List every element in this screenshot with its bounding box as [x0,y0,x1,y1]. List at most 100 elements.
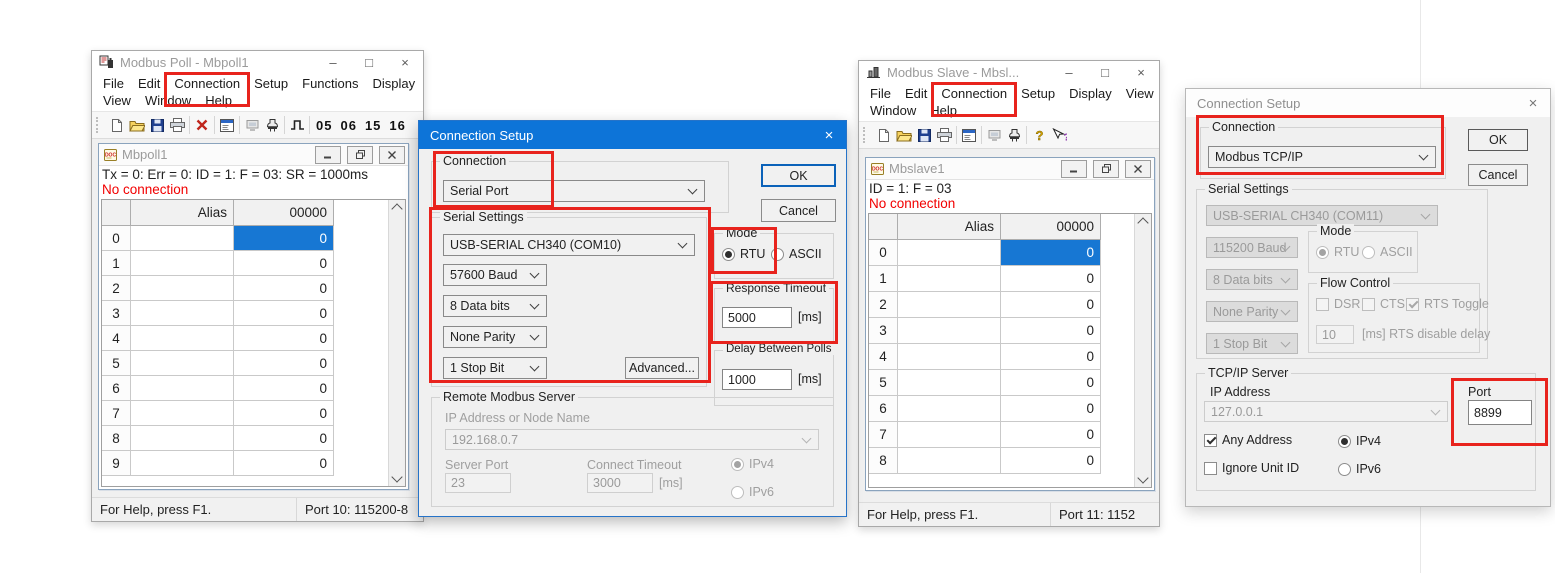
value-cell[interactable]: 0 [1001,396,1101,422]
menu-item-display[interactable]: Display [366,75,423,92]
scroll-down-icon[interactable] [391,471,402,482]
alias-cell[interactable] [898,396,1001,422]
value-cell[interactable]: 0 [1001,344,1101,370]
alias-cell[interactable] [131,426,234,451]
corner-header-cell[interactable] [869,214,898,240]
alias-cell[interactable] [131,301,234,326]
doc-close-icon[interactable] [1125,160,1151,178]
close-icon[interactable]: × [812,121,846,149]
new-file-icon[interactable] [874,125,894,145]
row-number-cell[interactable]: 4 [869,344,898,370]
menu-item-setup[interactable]: Setup [1014,85,1062,102]
value-column-header[interactable]: 00000 [234,200,334,226]
mbslave-doc-title-bar[interactable]: DOC Mbslave1 [866,158,1154,180]
doc-restore-icon[interactable] [347,146,373,164]
menu-item-view[interactable]: View [1119,85,1161,102]
value-cell[interactable]: 0 [234,301,334,326]
rtu-radio[interactable]: RTU [722,247,765,261]
row-number-cell[interactable]: 8 [102,426,131,451]
display-setup-icon[interactable] [959,125,979,145]
port-input[interactable]: 8899 [1468,400,1532,425]
alias-cell[interactable] [898,292,1001,318]
value-cell[interactable]: 0 [234,401,334,426]
alias-column-header[interactable]: Alias [131,200,234,226]
alias-column-header[interactable]: Alias [898,214,1001,240]
menu-item-help[interactable]: Help [198,92,239,109]
ipv6-radio[interactable]: IPv6 [1338,462,1381,476]
new-file-icon[interactable] [107,115,127,135]
value-cell[interactable]: 0 [1001,292,1101,318]
alias-cell[interactable] [898,240,1001,266]
doc-minimize-icon[interactable] [1061,160,1087,178]
connection-type-select[interactable]: Serial Port [443,180,705,202]
value-cell[interactable]: 0 [234,276,334,301]
minimize-icon[interactable]: – [315,51,351,73]
doc-restore-icon[interactable] [1093,160,1119,178]
save-icon[interactable] [914,125,934,145]
value-cell[interactable]: 0 [234,451,334,476]
row-number-cell[interactable]: 5 [869,370,898,396]
menu-item-window[interactable]: Window [138,92,198,109]
cancel-button[interactable]: Cancel [1468,164,1528,186]
toolbar-button-16[interactable]: 16 [385,118,409,133]
doc-minimize-icon[interactable] [315,146,341,164]
parity-select[interactable]: None Parity [443,326,547,348]
scroll-up-icon[interactable] [391,203,402,214]
ascii-radio[interactable]: ASCII [771,247,822,261]
value-cell[interactable]: 0 [234,351,334,376]
close-icon[interactable]: × [1516,89,1550,117]
serial-port-select[interactable]: USB-SERIAL CH340 (COM10) [443,234,695,256]
advanced-button[interactable]: Advanced... [625,357,699,379]
scroll-down-icon[interactable] [1137,472,1148,483]
connection-type-select[interactable]: Modbus TCP/IP [1208,146,1436,168]
ok-button[interactable]: OK [761,164,836,187]
menu-item-connection[interactable]: Connection [934,85,1014,102]
row-number-cell[interactable]: 7 [102,401,131,426]
close-icon[interactable]: × [1123,61,1159,83]
close-icon[interactable]: × [387,51,423,73]
alias-cell[interactable] [898,318,1001,344]
menu-item-edit[interactable]: Edit [131,75,167,92]
ipv4-radio[interactable]: IPv4 [1338,434,1381,448]
menu-item-file[interactable]: File [863,85,898,102]
alias-cell[interactable] [898,266,1001,292]
pulse-icon[interactable] [287,115,307,135]
alias-cell[interactable] [898,344,1001,370]
alias-cell[interactable] [898,448,1001,474]
alias-cell[interactable] [131,351,234,376]
toolbar-button-06[interactable]: 06 [336,118,360,133]
scroll-up-icon[interactable] [1137,217,1148,228]
print-icon[interactable] [934,125,954,145]
value-cell[interactable]: 0 [234,376,334,401]
display-setup-icon[interactable] [217,115,237,135]
row-number-cell[interactable]: 3 [869,318,898,344]
value-cell[interactable]: 0 [1001,370,1101,396]
open-file-icon[interactable] [127,115,147,135]
alias-cell[interactable] [131,226,234,251]
row-number-cell[interactable]: 0 [869,240,898,266]
context-help-icon[interactable]: ? [1049,125,1069,145]
row-number-cell[interactable]: 9 [102,451,131,476]
ignore-unit-id-checkbox[interactable]: Ignore Unit ID [1204,461,1299,475]
save-icon[interactable] [147,115,167,135]
slave-title-bar[interactable]: Modbus Slave - Mbsl... – □ × [859,61,1159,83]
row-number-cell[interactable]: 1 [869,266,898,292]
alias-cell[interactable] [898,422,1001,448]
value-cell[interactable]: 0 [234,251,334,276]
menu-item-view[interactable]: View [96,92,138,109]
row-number-cell[interactable]: 0 [102,226,131,251]
poll-title-bar[interactable]: Modbus Poll - Mbpoll1 – □ × [92,51,423,73]
maximize-icon[interactable]: □ [351,51,387,73]
alias-cell[interactable] [131,251,234,276]
alias-cell[interactable] [131,326,234,351]
value-cell[interactable]: 0 [234,326,334,351]
row-number-cell[interactable]: 6 [869,396,898,422]
alias-cell[interactable] [898,370,1001,396]
menu-item-help[interactable]: Help [923,102,964,119]
menu-item-connection[interactable]: Connection [167,75,247,92]
menu-item-window[interactable]: Window [863,102,923,119]
stop-bits-select[interactable]: 1 Stop Bit [443,357,547,379]
menu-item-setup[interactable]: Setup [247,75,295,92]
communication-icon[interactable] [1004,125,1024,145]
row-number-cell[interactable]: 3 [102,301,131,326]
